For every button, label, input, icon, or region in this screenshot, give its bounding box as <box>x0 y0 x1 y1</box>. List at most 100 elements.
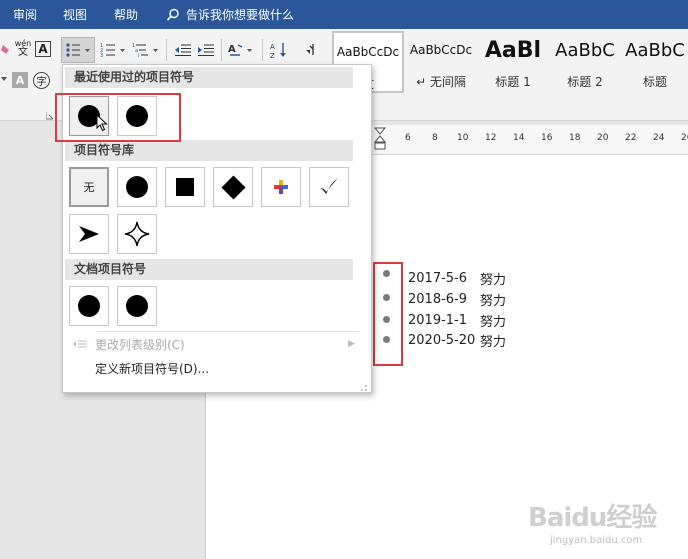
bullet-none-option[interactable]: 无 <box>69 167 109 207</box>
doc-line[interactable]: 2020-5-20 努力 <box>408 330 506 350</box>
bullet-color-cross-option[interactable] <box>261 167 301 207</box>
indent-marker-icon[interactable] <box>373 127 387 156</box>
svg-text:i: i <box>138 53 139 58</box>
doc-date: 2018-6-9 <box>408 291 468 307</box>
ribbon-divider <box>166 39 167 61</box>
enclose-characters-button[interactable]: 字 <box>33 72 50 89</box>
phonetic-guide-button[interactable]: wén 文 <box>12 38 34 58</box>
menu-separator <box>97 331 359 332</box>
tell-me-text: 告诉我你想要做什么 <box>186 8 295 22</box>
bullet-star-option[interactable] <box>117 214 157 254</box>
filled-square-icon <box>176 178 194 196</box>
tell-me-box[interactable]: 告诉我你想要做什么 <box>166 6 294 23</box>
color-cross-icon <box>274 180 288 194</box>
character-shading-label: A <box>15 73 25 87</box>
highlight-box-recent <box>55 93 181 142</box>
bullets-button[interactable] <box>61 37 95 63</box>
checkmark-icon <box>320 178 338 194</box>
svg-text:3: 3 <box>100 53 103 58</box>
doc-date: 2019-1-1 <box>408 312 468 328</box>
document-bullet-1[interactable] <box>69 286 109 326</box>
ruler-number: 6 <box>405 133 411 143</box>
style-preview: AaBbCcDc <box>336 45 400 59</box>
filled-circle-icon <box>126 295 148 317</box>
watermark-brand: Baidu经验 <box>528 503 657 533</box>
style-preview: AaBbC <box>555 40 615 61</box>
ruler-number: 10 <box>457 133 469 143</box>
chinese-layout-button[interactable]: A <box>226 39 256 61</box>
ruler-number: 22 <box>625 133 637 143</box>
ruler-number: 12 <box>485 133 497 143</box>
character-border-label: A <box>38 42 48 56</box>
submenu-arrow-icon: ▶ <box>348 339 355 349</box>
bullets-icon <box>66 43 90 57</box>
style-name: ↵ 无间隔 <box>416 75 466 89</box>
increase-indent-icon <box>198 44 214 56</box>
numbering-button[interactable]: 123 <box>98 37 128 63</box>
doc-line[interactable]: 2018-6-9 努力 <box>408 289 506 309</box>
style-title[interactable]: AaBbC 标题 <box>622 31 688 93</box>
doc-text: 努力 <box>480 334 507 350</box>
dialog-launcher-icon[interactable] <box>45 109 54 120</box>
decrease-indent-icon <box>175 44 191 56</box>
phonetic-char: 文 <box>18 47 28 58</box>
define-new-bullet-label: 定义新项目符号(D)... <box>95 361 210 376</box>
style-name: 标题 <box>642 75 667 89</box>
watermark-url: jingyan.baidu.com <box>550 535 643 546</box>
ruler-number: 16 <box>541 133 553 143</box>
show-marks-button[interactable] <box>298 39 322 61</box>
ribbon-divider <box>221 39 222 61</box>
doc-date: 2020-5-20 <box>408 332 476 348</box>
multilevel-list-button[interactable]: 1ai <box>131 37 161 63</box>
document-bullet-2[interactable] <box>117 286 157 326</box>
dropdown-arrow-icon[interactable] <box>0 72 8 86</box>
bullet-library-header: 项目符号库 <box>65 140 353 161</box>
ruler-number: 26 <box>681 133 688 143</box>
doc-text: 努力 <box>480 293 507 309</box>
filled-diamond-icon <box>220 174 246 200</box>
bullet-square-option[interactable] <box>165 167 205 207</box>
change-list-level-label: 更改列表级别(C) <box>95 337 185 352</box>
eraser-icon[interactable] <box>0 42 12 56</box>
resize-grip-icon[interactable] <box>360 381 368 391</box>
style-no-spacing[interactable]: AaBbCcDc ↵ 无间隔 <box>406 31 476 93</box>
character-border-button[interactable]: A <box>35 41 51 57</box>
arrowhead-icon <box>79 226 99 242</box>
change-list-level-item[interactable]: 更改列表级别(C) ▶ <box>65 333 365 355</box>
ruler-number: 8 <box>432 133 438 143</box>
doc-text: 努力 <box>480 314 507 330</box>
doc-text: 努力 <box>480 272 507 288</box>
doc-line[interactable]: 2017-5-6 努力 <box>408 268 506 288</box>
style-name: 标题 2 <box>567 75 603 89</box>
svg-text:Z: Z <box>270 52 275 59</box>
ruler-number: 14 <box>513 133 525 143</box>
bullet-diamond-option[interactable] <box>213 167 253 207</box>
bullet-none-label: 无 <box>83 181 95 194</box>
ruler-number: 20 <box>597 133 609 143</box>
bullet-arrowhead-option[interactable] <box>69 214 109 254</box>
decrease-indent-button[interactable] <box>172 39 194 61</box>
menu-view[interactable]: 视图 <box>63 6 87 23</box>
document-bullets-header: 文档项目符号 <box>65 259 353 280</box>
sort-button[interactable]: AZ <box>267 39 291 61</box>
ruler-number: 18 <box>569 133 581 143</box>
mouse-pointer-icon <box>96 113 108 135</box>
bullet-checkmark-option[interactable] <box>309 167 349 207</box>
list-level-icon <box>65 339 95 349</box>
doc-date: 2017-5-6 <box>408 270 468 286</box>
highlight-box-bullets <box>373 262 403 366</box>
enclose-characters-label: 字 <box>36 77 47 88</box>
style-heading-2[interactable]: AaBbC 标题 2 <box>550 31 620 93</box>
horizontal-ruler[interactable]: 6 8 10 12 14 16 18 20 22 24 26 <box>370 125 688 155</box>
menu-help[interactable]: 帮助 <box>114 6 138 23</box>
menu-review[interactable]: 审阅 <box>13 6 37 23</box>
style-heading-1[interactable]: AaBl 标题 1 <box>478 31 548 93</box>
doc-line[interactable]: 2019-1-1 努力 <box>408 310 506 330</box>
increase-indent-button[interactable] <box>195 39 217 61</box>
numbering-icon: 123 <box>100 43 125 58</box>
bullet-circle-option[interactable] <box>117 167 157 207</box>
filled-circle-icon <box>78 295 100 317</box>
define-new-bullet-item[interactable]: 定义新项目符号(D)... <box>65 357 365 379</box>
character-shading-button[interactable]: A <box>12 72 28 88</box>
recent-bullets-header: 最近使用过的项目符号 <box>65 67 353 88</box>
